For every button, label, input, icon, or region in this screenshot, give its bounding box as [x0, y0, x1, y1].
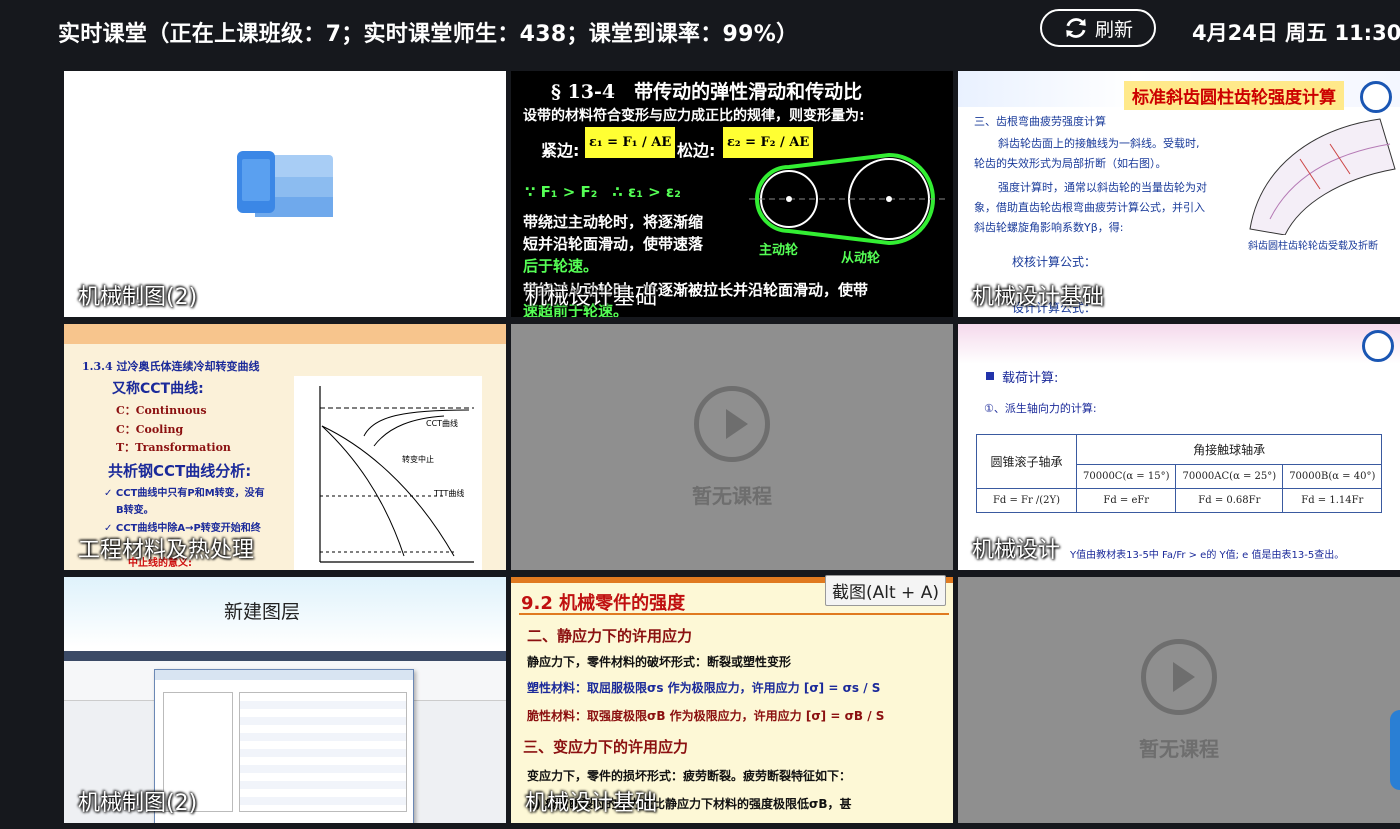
classroom-tile[interactable]: 9.2 机械零件的强度 二、静应力下的许用应力 静应力下，零件材料的破坏形式：断… [511, 577, 953, 823]
datetime: 4月24日 周五 11:30 [1192, 21, 1400, 45]
slide-text: 松边: [677, 141, 716, 160]
slide-text: 紧边: [541, 141, 580, 160]
classroom-tile[interactable]: § 13-4 带传动的弹性滑动和传动比 设带的材料符合变形与应力成正比的规律，则… [511, 71, 953, 317]
table-header: 圆锥滚子轴承 [976, 434, 1077, 489]
slide-text: 从动轮 [841, 251, 881, 266]
bullet-icon [986, 372, 994, 380]
play-icon [1141, 638, 1217, 715]
slide-text: 二、静应力下的许用应力 [527, 627, 693, 645]
screenshot-tooltip: 截图(Alt + A) [825, 575, 946, 606]
tile-course-name: 机械制图(2) [78, 285, 198, 310]
no-course-placeholder: 暂无课程 [511, 324, 953, 570]
slide-text: 后于轮速。 [523, 257, 599, 275]
slide-text: 斜齿轮螺旋角影响系数Yβ，得: [974, 221, 1124, 234]
classroom-tile[interactable]: 新建图层 机械制图(2) [64, 577, 506, 823]
classroom-tile[interactable]: 机械制图(2) [64, 71, 506, 317]
refresh-label: 刷新 [1094, 18, 1133, 41]
classroom-tile[interactable]: 载荷计算: ①、派生轴向力的计算: 圆锥滚子轴承 角接触球轴承 70000C(α… [958, 324, 1400, 570]
formula-box: ε₁ = F₁ / AE [585, 127, 676, 158]
top-bar: 实时课堂（正在上课班级：7；实时课堂师生：438；课堂到课率：99%） 刷新 4… [0, 0, 1400, 62]
slide-text: B转变。 [116, 505, 154, 516]
classroom-tile[interactable]: 标准斜齿圆柱齿轮强度计算 三、齿根弯曲疲劳强度计算 斜齿轮齿面上的接触线为一斜线… [958, 71, 1400, 317]
mobile-app-icon [237, 151, 333, 217]
slide-text: ✓ CCT曲线中只有P和M转变，没有 [104, 488, 265, 499]
no-course-placeholder: 暂无课程 [958, 577, 1400, 823]
slide-text: 共析钢CCT曲线分析: [108, 462, 252, 480]
slide-text: 短并沿轮面滑动，使带速落 [523, 235, 704, 253]
slide-text: 强度计算时，通常以斜齿轮的当量齿轮为对 [998, 181, 1207, 194]
page-title: 实时课堂（正在上课班级：7；实时课堂师生：438；课堂到课率：99%） [58, 22, 799, 47]
slide-title: 9.2 机械零件的强度 [521, 593, 686, 614]
slide-text: 斜齿轮齿面上的接触线为一斜线。受载时, [998, 137, 1200, 150]
empty-classroom-tile[interactable]: 暂无课程 [511, 324, 953, 570]
slide-title: 1.3.4 过冷奥氏体连续冷却转变曲线 [82, 360, 260, 373]
refresh-icon [1066, 18, 1086, 38]
slide-text: 带绕过主动轮时，将逐渐缩 [523, 213, 704, 231]
table-cell: Fd = eFr [1075, 488, 1177, 513]
classroom-tile[interactable]: 1.3.4 过冷奥氏体连续冷却转变曲线 又称CCT曲线: C：Continuou… [64, 324, 506, 570]
gear-tooth-diagram [1249, 118, 1396, 235]
slide-text: 校核计算公式： [1012, 255, 1097, 269]
slide-text: T：Transformation [116, 441, 231, 454]
table-cell: 70000C(α = 15°) [1075, 464, 1177, 489]
tile-course-name: 机械制图(2) [78, 791, 198, 816]
slide-title: 标准斜齿圆柱齿轮强度计算 [1124, 81, 1344, 110]
slide-title: § 13-4 带传动的弹性滑动和传动比 [551, 81, 863, 103]
play-icon [694, 385, 770, 462]
slide-text: ∵ F₁ > F₂ ∴ ε₁ > ε₂ [525, 183, 681, 201]
tile-course-name: 机械设计基础 [972, 285, 1105, 310]
slide-text: 脆性材料：取强度极限σB 作为极限应力，许用应力 [σ] = σB / S [527, 709, 885, 723]
no-course-text: 暂无课程 [1139, 736, 1219, 761]
bearing-load-table: 圆锥滚子轴承 角接触球轴承 70000C(α = 15°) 70000AC(α … [976, 434, 1383, 513]
slide-text: 轮齿的失效形式为局部折断（如右图）。 [974, 157, 1167, 170]
tile-course-name: 机械设计 [972, 538, 1061, 563]
school-logo-icon [1362, 330, 1394, 362]
chart-label: 转变中止 [402, 455, 434, 464]
table-header: 角接触球轴承 [1075, 434, 1383, 465]
slide-text: C：Continuous [116, 404, 207, 417]
chart-label: TTT曲线 [434, 489, 465, 498]
slide-text: 主动轮 [759, 243, 799, 258]
slide-text: 象，借助直齿轮齿根弯曲疲劳计算公式，并引入 [974, 201, 1205, 214]
slide-text: 变应力下，零件的损坏形式：疲劳断裂。疲劳断裂特征如下： [527, 769, 852, 783]
slide-text: 又称CCT曲线: [112, 381, 204, 397]
slide-text: C：Cooling [116, 423, 184, 436]
empty-classroom-tile[interactable]: 暂无课程 [958, 577, 1400, 823]
no-course-text: 暂无课程 [692, 483, 772, 508]
table-cell: 70000B(α = 40°) [1282, 464, 1383, 489]
slide-text: 三、变应力下的许用应力 [523, 738, 689, 756]
side-panel-handle[interactable] [1390, 710, 1400, 790]
slide-text: ①、派生轴向力的计算: [984, 402, 1097, 415]
cct-curve-diagram [294, 376, 482, 570]
slide-text: 三、齿根弯曲疲劳强度计算 [974, 115, 1106, 128]
slide-title: 载荷计算: [1002, 371, 1059, 386]
slide-header [64, 324, 506, 344]
slide-text: Y值由教材表13-5中 Fa/Fr > e的 Y值; e 值是由表13-5查出。 [1070, 550, 1345, 561]
tile-course-name: 机械设计基础 [525, 285, 658, 310]
divider [519, 613, 949, 615]
table-cell: Fd = 0.68Fr [1175, 488, 1284, 513]
tile-course-name: 机械设计基础 [525, 791, 658, 816]
slide-text: 斜齿圆柱齿轮轮齿受载及折断 [1248, 241, 1378, 252]
table-cell: Fd = 1.14Fr [1282, 488, 1383, 513]
slide-text: 设带的材料符合变形与应力成正比的规律，则变形量为: [523, 108, 865, 124]
refresh-button[interactable]: 刷新 [1040, 9, 1156, 47]
table-cell: 70000AC(α = 25°) [1175, 464, 1284, 489]
chart-label: CCT曲线 [426, 419, 459, 428]
slide-text: 塑性材料：取屈服极限σs 作为极限应力，许用应力 [σ] = σs / S [527, 681, 881, 695]
table-cell: Fd = Fr /(2Y) [976, 488, 1077, 513]
slide-title: 新建图层 [224, 601, 301, 623]
tile-course-name: 工程材料及热处理 [78, 538, 255, 563]
slide-text: 静应力下，零件材料的破坏形式：断裂或塑性变形 [527, 655, 792, 669]
